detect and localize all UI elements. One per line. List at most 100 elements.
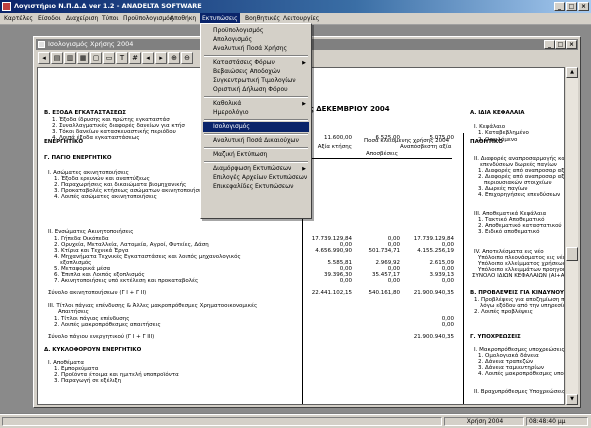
assets-row-label: II. Ενσώματες Ακινητοποιήσεις xyxy=(48,229,134,235)
print-menu-item-label: Οριστική Δήλωση Φόρου xyxy=(213,86,288,93)
page-width-icon[interactable]: ▭ xyxy=(103,52,115,64)
assets-row-label: 3. Παραγωγή σε εξέλιξη xyxy=(54,378,122,384)
assets-net-value: 0,00 xyxy=(441,278,454,284)
app-title: Λογιστήριο Ν.Π.Δ.Δ ver 1.2 - ANADELTA SO… xyxy=(14,2,202,10)
text-icon[interactable]: T xyxy=(116,52,128,64)
minimize-button[interactable]: _ xyxy=(554,2,565,11)
status-period: Χρήση 2004 xyxy=(444,417,524,426)
prev-page-icon[interactable]: ◂ xyxy=(142,52,154,64)
print-menu-item-label: Ημερολόγιο xyxy=(213,109,249,116)
first-page-icon[interactable]: ◂ xyxy=(38,52,50,64)
menu-eisodoi[interactable]: Είσοδοι xyxy=(36,13,63,24)
print-menu-item-label: Επιλογές Αρχείων Εκτυπώσεων xyxy=(213,174,308,181)
liabilities-row-label: Α. ΙΔΙΑ ΚΕΦΑΛΑΙΑ xyxy=(470,110,525,116)
liabilities-row-label: ΙΙ. Βραχυπρόθεσμες Υποχρεώσεις xyxy=(474,389,565,395)
assets-row-label: Δ. ΚΥΚΛΟΦΟΡΟΥΝ ΕΝΕΡΓΗΤΙΚΟ xyxy=(44,347,142,353)
app-title-bar[interactable]: Λογιστήριο Ν.Π.Δ.Δ ver 1.2 - ANADELTA SO… xyxy=(0,0,591,13)
assets-row-label: 4. Λοιπά έξοδα εγκαταστάσεως xyxy=(52,135,140,141)
printer-icon[interactable]: ▤ xyxy=(51,52,63,64)
liabilities-row-label: 3. Ειδικό αποθεματικό xyxy=(478,229,540,235)
menu-separator xyxy=(204,133,308,135)
scroll-down-icon[interactable]: ▼ xyxy=(566,394,578,405)
column-header-net: Αναπόσβεστη αξία xyxy=(400,144,452,150)
assets-net-value: 21.900.940,35 xyxy=(413,290,454,296)
assets-net-value: 5.075,00 xyxy=(429,135,455,141)
assets-cost-value: 4.656.990,90 xyxy=(315,248,352,254)
assets-row-label: 2. Λοιπές μακροπρόθεσμες απαιτήσεις xyxy=(54,322,161,328)
assets-depreciation-value: 6.525,00 xyxy=(375,135,401,141)
report-window-title: Ισολογισμός Χρήσης 2004 xyxy=(48,40,134,48)
print-menu-item-label: Προϋπολογισμός xyxy=(213,27,264,34)
print-menu-item-10[interactable]: Ημερολόγιο xyxy=(203,108,309,118)
print-menu-item-16[interactable]: Μαζική Εκτύπωση xyxy=(203,150,309,160)
report-window-icon xyxy=(38,41,45,48)
liabilities-row-label: 4. Λοιπές μακροπρόθεσμες υποχρεώσει xyxy=(478,371,564,377)
next-page-icon[interactable]: ▸ xyxy=(155,52,167,64)
menu-separator xyxy=(204,55,308,57)
print-menu-item-label: Απολογισμός xyxy=(213,36,253,43)
print-menu-item-12[interactable]: Ισολογισμός xyxy=(203,122,309,132)
scroll-thumb[interactable] xyxy=(566,247,578,261)
assets-cost-value: 22.441.102,15 xyxy=(311,290,352,296)
print-menu-item-label: Επικεφαλίδες Εκτυπώσεων xyxy=(213,183,294,190)
scroll-up-icon[interactable]: ▲ xyxy=(566,67,578,78)
print-menu-item-label: Διαμόρφωση Εκτυπώσεων xyxy=(213,165,292,172)
zoom-out-icon[interactable]: ⊖ xyxy=(181,52,193,64)
assets-row-label: Β. ΕΞΟΔΑ ΕΓΚΑΤΑΣΤΑΣΕΩΣ xyxy=(44,110,127,116)
menu-kartelles[interactable]: Καρτέλες xyxy=(2,13,35,24)
assets-row-label: 4. Λοιπές ασώματες ακινητοποιήσεις xyxy=(54,194,157,200)
liabilities-row-label: 2. Οφειλόμενο xyxy=(478,137,518,143)
print-menu-item-7[interactable]: Οριστική Δήλωση Φόρου xyxy=(203,85,309,95)
menu-separator xyxy=(204,96,308,98)
assets-depreciation-value: 501.734,71 xyxy=(368,248,401,254)
print-menu-item-label: Καθολικά xyxy=(213,100,242,107)
menu-apothiki[interactable]: Αποθήκη xyxy=(168,13,198,24)
print-setup-icon[interactable]: ▥ xyxy=(64,52,76,64)
assets-depreciation-value: 0,00 xyxy=(387,278,400,284)
print-menu-item-label: Καταστάσεις Φόρων xyxy=(213,59,275,66)
menu-separator xyxy=(204,161,308,163)
liabilities-row-label: 1. Καταβεβλημένο xyxy=(478,130,529,136)
zoom-in-icon[interactable]: ⊕ xyxy=(168,52,180,64)
liabilities-row-label: ΣΥΝΟΛΟ ΙΔΙΩΝ ΚΕΦΑΛΑΙΩΝ (ΑΙ+ΑΙΙ+ΑΙΙ xyxy=(472,273,565,279)
print-menu-item-label: Μαζική Εκτύπωση xyxy=(213,151,268,158)
menu-separator xyxy=(204,147,308,149)
assets-row-label: Σύνολο πάγιου ενεργητικού (Γ Ι + Γ ΙΙΙ) xyxy=(48,334,155,340)
close-button[interactable]: × xyxy=(578,2,589,11)
print-menu-dropdown: Προϋπολογισμός Απολογισμός Αναλυτική Ποσά … xyxy=(200,23,312,219)
liabilities-row-label: 2. Λοιπές προβλέψεις xyxy=(474,309,533,315)
report-maximize-button[interactable]: □ xyxy=(555,40,566,49)
print-menu-item-14[interactable]: Αναλυτική Ποσά Δικαιούχων xyxy=(203,136,309,146)
report-vertical-scrollbar[interactable]: ▲ ▼ xyxy=(566,67,578,405)
save-icon[interactable]: ▦ xyxy=(77,52,89,64)
grid-icon[interactable]: # xyxy=(129,52,141,64)
print-menu-item-label: Συγκεντρωτική Τιμολογίων xyxy=(213,77,296,84)
assets-row-label: 7. Ακινητοποιήσεις υπό εκτέλεση και προκ… xyxy=(54,278,199,284)
fit-page-icon[interactable]: ▢ xyxy=(90,52,102,64)
print-menu-item-label: Αναλυτική Ποσά Χρήσης xyxy=(213,45,288,52)
report-minimize-button[interactable]: _ xyxy=(544,40,555,49)
menu-typoi[interactable]: Τύποι xyxy=(100,13,120,24)
header-rule xyxy=(302,158,452,159)
maximize-button[interactable]: □ xyxy=(566,2,577,11)
status-time: 08:48:40 μμ xyxy=(526,417,588,426)
liabilities-row-label: Γ. ΥΠΟΧΡΕΩΣΕΙΣ xyxy=(470,334,521,340)
assets-depreciation-value: 540.161,80 xyxy=(368,290,401,296)
liabilities-row-label: 4. Επιχορηγήσεις επενδύσεων xyxy=(478,192,561,198)
assets-row-label: Απαιτήσεις xyxy=(58,309,89,315)
status-panel-main xyxy=(2,417,442,426)
assets-net-value: 4.155.256,19 xyxy=(417,248,454,254)
menu-diaxeirisi[interactable]: Διαχείριση xyxy=(64,13,100,24)
app-icon xyxy=(2,2,11,11)
liabilities-row-label: Β. ΠΡΟΒΛΕΨΕΙΣ ΓΙΑ ΚΙΝΔΥΝΟΥΣ ΚΑΙ ΕΞΟ xyxy=(470,290,565,296)
status-bar: Χρήση 2004 08:48:40 μμ xyxy=(0,414,591,428)
report-close-button[interactable]: × xyxy=(566,40,577,49)
print-menu-item-label: Βεβαιώσεις Αποδοχών xyxy=(213,68,281,75)
assets-row-label: Σύνολο ακινητοποιήσεων (Γ Ι + Γ ΙΙ) xyxy=(48,290,147,296)
column-header-depreciation: Αποσβέσεις xyxy=(366,151,398,157)
menu-separator xyxy=(204,119,308,121)
print-menu-item-20[interactable]: Επικεφαλίδες Εκτυπώσεων xyxy=(203,182,309,192)
assets-row-label: Γ. ΠΑΓΙΟ ΕΝΕΡΓΗΤΙΚΟ xyxy=(44,155,112,161)
assets-cost-value: 0,00 xyxy=(339,278,352,284)
print-menu-item-2[interactable]: Αναλυτική Ποσά Χρήσης xyxy=(203,44,309,54)
